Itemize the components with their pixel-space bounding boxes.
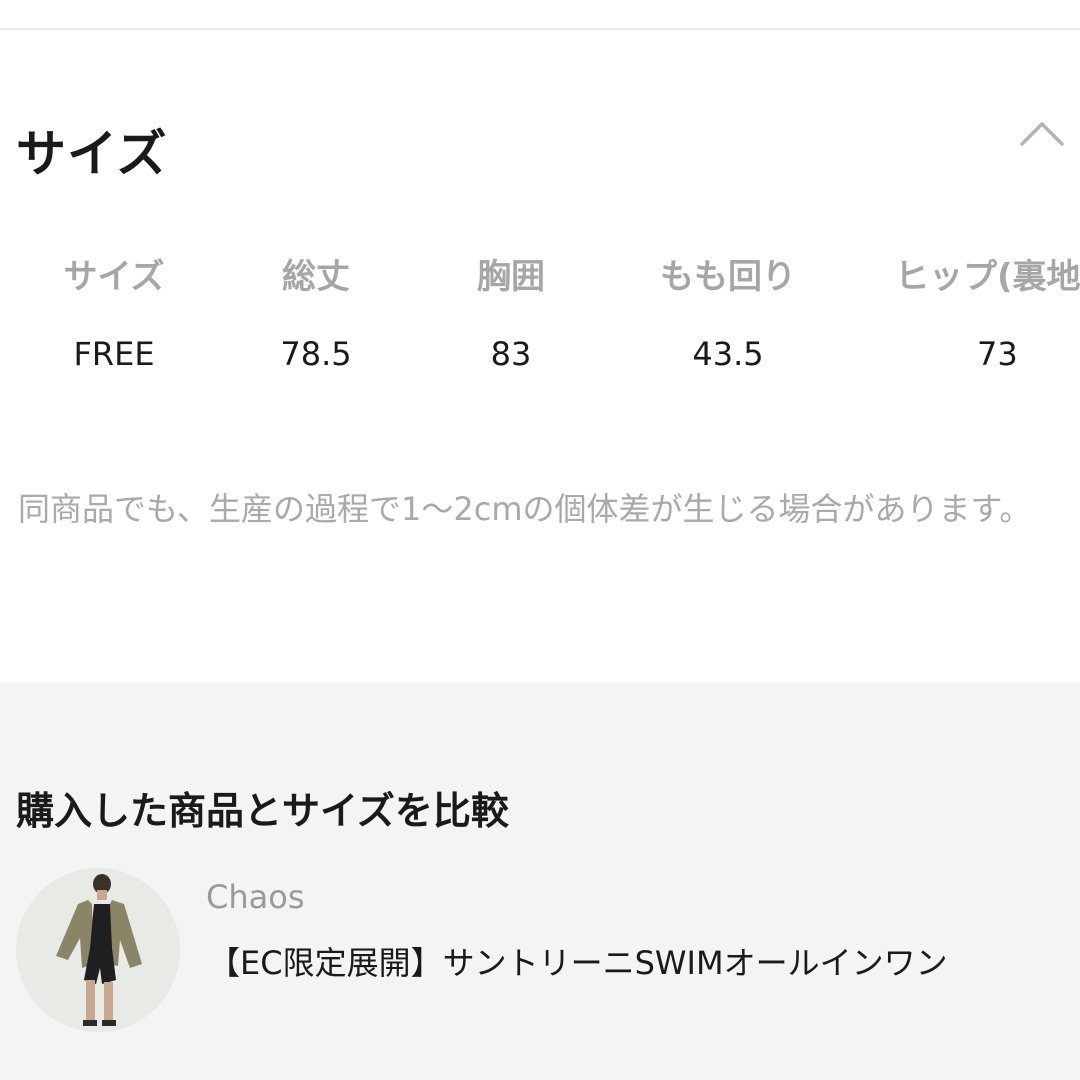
product-list-item[interactable]: Chaos 【EC限定展開】サントリーニSWIMオールインワン [0,862,1080,1080]
table-header-cell: 胸囲 [477,257,545,297]
table-header-cell: ヒップ(裏地 [895,257,1080,297]
table-cell: FREE [73,335,155,373]
product-name: 【EC限定展開】サントリーニSWIMオールインワン [208,944,948,982]
size-section: サイズ サイズ FREE 総丈 78.5 胸囲 83 もも回り 43.5 ヒップ… [0,30,1080,682]
table-cell: 73 [977,335,1018,373]
size-column-thigh: もも回り 43.5 [638,242,818,384]
size-column-size: サイズ FREE [44,242,184,384]
table-cell: 78.5 [280,335,352,373]
table-header-cell: サイズ [63,257,165,297]
size-column-chest: 胸囲 83 [441,242,581,384]
chevron-up-icon [1020,122,1064,146]
size-column-length: 総丈 78.5 [246,242,386,384]
size-column-hip: ヒップ(裏地 73 [895,242,1080,384]
compare-title: 購入した商品とサイズを比較 [16,789,509,833]
size-table: サイズ FREE 総丈 78.5 胸囲 83 もも回り 43.5 ヒップ(裏地 … [0,242,1080,402]
product-photo [16,868,180,1032]
table-cell: 83 [490,335,532,373]
collapse-toggle-button[interactable] [1012,110,1072,160]
section-title: サイズ [16,125,168,183]
product-brand: Chaos [206,878,305,916]
product-thumbnail [16,868,180,1032]
table-header-cell: もも回り [660,257,796,297]
compare-section: 購入した商品とサイズを比較 Chaos 【EC限定展開】サントリーニSWIMオー… [0,682,1080,1080]
size-note: 同商品でも、生産の過程で1〜2cmの個体差が生じる場合があります。 [18,490,1032,528]
table-header-cell: 総丈 [282,257,350,297]
table-cell: 43.5 [692,335,764,373]
